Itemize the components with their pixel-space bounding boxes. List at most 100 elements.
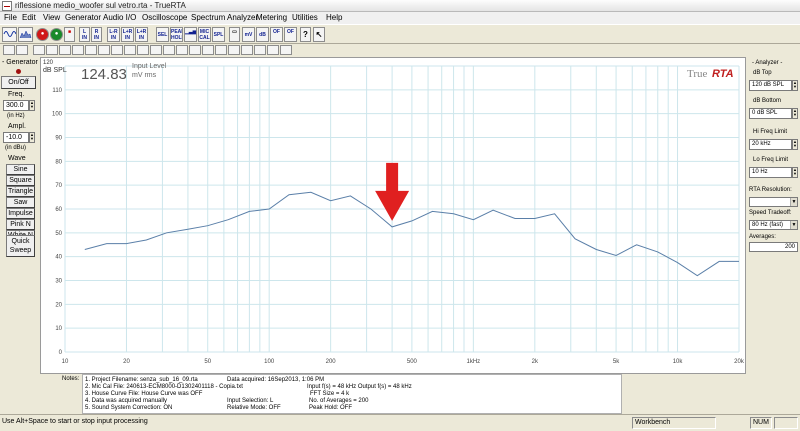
menu-help[interactable]: Help bbox=[326, 12, 342, 24]
wave-impulse-button[interactable]: Impulse bbox=[6, 208, 35, 219]
menu-audio-io[interactable]: Audio I/O bbox=[103, 12, 136, 24]
oscilloscope-view-button[interactable] bbox=[2, 27, 17, 42]
wave-square-button[interactable]: Square bbox=[6, 175, 35, 186]
hi-freq-label: Hi Freq Limit bbox=[753, 129, 788, 135]
left-in-button[interactable]: L IN bbox=[79, 27, 90, 42]
x-tick-label: 20 bbox=[123, 359, 130, 365]
y-tick-label: 0 bbox=[59, 350, 63, 356]
menu-file[interactable]: File bbox=[4, 12, 17, 24]
x-tick-label: 5k bbox=[613, 359, 620, 365]
averages-input[interactable]: 200 bbox=[749, 242, 798, 252]
ampl-spinner[interactable]: ▲ ▼ bbox=[29, 132, 35, 143]
rta-resolution-select[interactable]: ▼ bbox=[749, 197, 798, 207]
y-tick-label: 20 bbox=[55, 302, 62, 308]
memory-button-20[interactable] bbox=[254, 45, 266, 55]
spin-down-icon: ▼ bbox=[793, 112, 797, 117]
peak-hold-button[interactable]: PEAK HOLD bbox=[170, 27, 183, 42]
stop-button[interactable]: ● bbox=[36, 28, 49, 41]
db-button[interactable]: dB bbox=[256, 27, 269, 42]
menu-utilities[interactable]: Utilities bbox=[292, 12, 318, 24]
graph-toggle-button[interactable]: ▭ bbox=[229, 27, 240, 42]
memory-button-6[interactable] bbox=[72, 45, 84, 55]
lo-freq-input[interactable]: 10 Hz bbox=[749, 167, 792, 178]
freq-input[interactable]: 300.0 bbox=[3, 100, 29, 111]
quick-sweep-button[interactable]: Quick Sweep bbox=[6, 235, 35, 257]
x-tick-label: 10k bbox=[673, 359, 684, 365]
octave-fraction-button-1[interactable]: OF bbox=[270, 27, 283, 42]
chevron-down-icon: ▼ bbox=[790, 198, 797, 206]
hi-freq-input[interactable]: 20 kHz bbox=[749, 139, 792, 150]
help-button[interactable]: ? bbox=[300, 27, 311, 42]
averaging-button[interactable]: ▁▃▅ bbox=[184, 27, 197, 42]
memory-button-4[interactable] bbox=[46, 45, 58, 55]
memory-button-8[interactable] bbox=[98, 45, 110, 55]
wave-pink-noise-button[interactable]: Pink N bbox=[6, 219, 35, 230]
hi-freq-spinner[interactable]: ▲ ▼ bbox=[792, 139, 798, 150]
spectrum-view-button[interactable] bbox=[18, 27, 33, 42]
spectrum-plot[interactable]: 110 100 90 80 70 60 50 40 30 20 10 0 10 20 50 100 200 50… bbox=[40, 57, 746, 374]
menu-generator[interactable]: Generator bbox=[65, 12, 101, 24]
l-plus-r-in-button[interactable]: L+R IN bbox=[121, 27, 134, 42]
memory-button-5[interactable] bbox=[59, 45, 71, 55]
freq-spinner[interactable]: ▲ ▼ bbox=[29, 100, 35, 111]
generator-onoff-button[interactable]: On/Off bbox=[1, 76, 36, 89]
wave-label: Wave bbox=[8, 155, 26, 162]
memory-button-17[interactable] bbox=[215, 45, 227, 55]
memory-button-2[interactable] bbox=[16, 45, 28, 55]
wave-sine-button[interactable]: Sine bbox=[6, 164, 35, 175]
notes-text[interactable]: 1. Project Filename: senza_sub_16_09.rta… bbox=[82, 374, 622, 414]
db-bottom-spinner[interactable]: ▲ ▼ bbox=[792, 108, 798, 119]
select-button[interactable]: SEL bbox=[156, 27, 169, 42]
memory-button-16[interactable] bbox=[202, 45, 214, 55]
right-in-button[interactable]: R IN bbox=[91, 27, 102, 42]
ampl-unit: (in dBu) bbox=[5, 145, 27, 151]
l-minus-r-in-button[interactable]: L-R IN bbox=[107, 27, 120, 42]
notes-area: Notes: 1. Project Filename: senza_sub_16… bbox=[0, 374, 800, 414]
mv-button[interactable]: mV bbox=[242, 27, 255, 42]
menu-edit[interactable]: Edit bbox=[22, 12, 36, 24]
memory-button-21[interactable] bbox=[267, 45, 279, 55]
mic-cal-button[interactable]: MIC CAL bbox=[198, 27, 211, 42]
wave-saw-button[interactable]: Saw bbox=[6, 197, 35, 208]
notes-label: Notes: bbox=[62, 376, 80, 382]
menu-view[interactable]: View bbox=[43, 12, 60, 24]
memory-button-19[interactable] bbox=[241, 45, 253, 55]
memory-button-13[interactable] bbox=[163, 45, 175, 55]
speed-tradeoff-label: Speed Tradeoff: bbox=[749, 210, 792, 216]
memory-button-15[interactable] bbox=[189, 45, 201, 55]
memory-button-7[interactable] bbox=[85, 45, 97, 55]
memory-button-18[interactable] bbox=[228, 45, 240, 55]
memory-button-1[interactable] bbox=[3, 45, 15, 55]
input-level-unit: mV rms bbox=[132, 72, 157, 79]
memory-button-10[interactable] bbox=[124, 45, 136, 55]
memory-button-11[interactable] bbox=[137, 45, 149, 55]
l-plus-r-in-button-2[interactable]: L+R IN bbox=[135, 27, 148, 42]
lo-freq-label: Lo Freq Limit bbox=[753, 157, 789, 163]
record-button[interactable]: ■ bbox=[64, 27, 75, 42]
status-workbench: Workbench bbox=[632, 417, 716, 429]
spl-button[interactable]: SPL bbox=[212, 27, 225, 42]
x-tick-label: 100 bbox=[264, 359, 275, 365]
menu-metering[interactable]: Metering bbox=[256, 12, 287, 24]
octave-fraction-button-2[interactable]: OF bbox=[284, 27, 297, 42]
memory-button-3[interactable] bbox=[33, 45, 45, 55]
context-help-button[interactable]: ↖ bbox=[313, 27, 325, 42]
stop-icon: ● bbox=[40, 31, 45, 37]
db-top-spinner[interactable]: ▲ ▼ bbox=[792, 80, 798, 91]
memory-button-12[interactable] bbox=[150, 45, 162, 55]
wave-triangle-button[interactable]: Triangle bbox=[6, 186, 35, 197]
bars-icon: ▁▃▅ bbox=[185, 29, 197, 35]
speed-tradeoff-select[interactable]: 80 Hz (fast) ▼ bbox=[749, 220, 798, 230]
lo-freq-spinner[interactable]: ▲ ▼ bbox=[792, 167, 798, 178]
analyzer-title: - Analyzer - bbox=[752, 60, 783, 66]
db-bottom-input[interactable]: 0 dB SPL bbox=[749, 108, 792, 119]
memory-button-9[interactable] bbox=[111, 45, 123, 55]
memory-button-14[interactable] bbox=[176, 45, 188, 55]
menu-spectrum-analyzer[interactable]: Spectrum Analyzer bbox=[191, 12, 258, 24]
ampl-input[interactable]: -10.0 bbox=[3, 132, 29, 143]
start-button[interactable]: ● bbox=[50, 28, 63, 41]
menu-oscilloscope[interactable]: Oscilloscope bbox=[142, 12, 187, 24]
memory-button-22[interactable] bbox=[280, 45, 292, 55]
db-top-input[interactable]: 120 dB SPL bbox=[749, 80, 792, 91]
status-bar: Use Alt+Space to start or stop input pro… bbox=[0, 414, 800, 431]
